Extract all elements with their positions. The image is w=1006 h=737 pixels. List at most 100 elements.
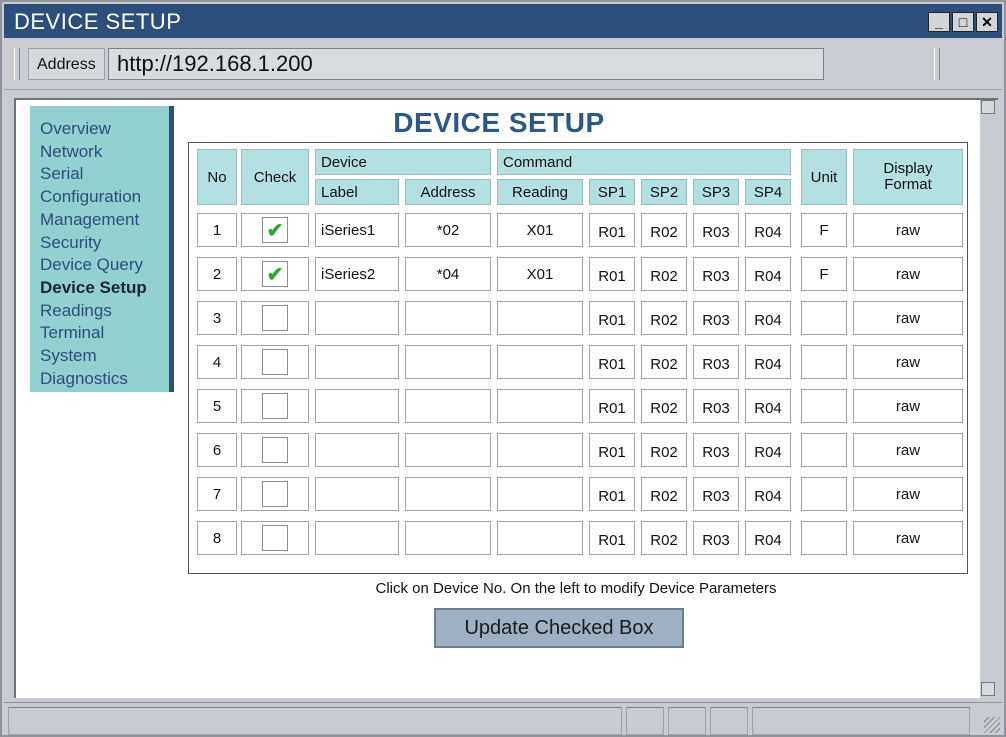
reading-field[interactable] [497, 389, 583, 423]
display-format-field[interactable]: raw [853, 257, 963, 291]
label-field[interactable]: iSeries1 [315, 213, 399, 247]
sidebar-item-device-setup[interactable]: Device Setup [40, 277, 169, 300]
sp2-field[interactable]: R02 [641, 433, 687, 467]
scroll-up-icon[interactable] [981, 100, 995, 114]
sp2-field[interactable]: R02 [641, 389, 687, 423]
address-input[interactable]: http://192.168.1.200 [108, 48, 824, 80]
device-no-link[interactable]: 4 [197, 345, 237, 379]
sidebar-item-readings[interactable]: Readings [40, 300, 169, 323]
sidebar-item-security[interactable]: Security [40, 232, 169, 255]
sidebar-item-management[interactable]: Management [40, 209, 169, 232]
display-format-field[interactable]: raw [853, 301, 963, 335]
address-field[interactable] [405, 521, 491, 555]
sp3-field[interactable]: R03 [693, 213, 739, 247]
row-checkbox[interactable] [262, 305, 288, 331]
address-field[interactable] [405, 389, 491, 423]
unit-field[interactable] [801, 521, 847, 555]
vertical-scrollbar[interactable] [980, 98, 998, 698]
unit-field[interactable]: F [801, 213, 847, 247]
reading-field[interactable] [497, 345, 583, 379]
sidebar-item-system[interactable]: System [40, 345, 169, 368]
device-no-link[interactable]: 2 [197, 257, 237, 291]
scroll-down-icon[interactable] [981, 682, 995, 696]
sp4-field[interactable]: R04 [745, 301, 791, 335]
sp3-field[interactable]: R03 [693, 521, 739, 555]
sp3-field[interactable]: R03 [693, 389, 739, 423]
close-button[interactable]: ✕ [976, 12, 998, 32]
reading-field[interactable] [497, 521, 583, 555]
address-field[interactable] [405, 345, 491, 379]
sidebar-item-network[interactable]: Network [40, 141, 169, 164]
device-no-link[interactable]: 3 [197, 301, 237, 335]
label-field[interactable] [315, 521, 399, 555]
display-format-field[interactable]: raw [853, 389, 963, 423]
sp1-field[interactable]: R01 [589, 389, 635, 423]
unit-field[interactable] [801, 477, 847, 511]
sp1-field[interactable]: R01 [589, 345, 635, 379]
address-field[interactable]: *04 [405, 257, 491, 291]
unit-field[interactable] [801, 433, 847, 467]
label-field[interactable] [315, 433, 399, 467]
address-field[interactable]: *02 [405, 213, 491, 247]
sidebar-item-configuration[interactable]: Configuration [40, 186, 169, 209]
display-format-field[interactable]: raw [853, 477, 963, 511]
reading-field[interactable] [497, 301, 583, 335]
sp4-field[interactable]: R04 [745, 389, 791, 423]
sp4-field[interactable]: R04 [745, 213, 791, 247]
sp4-field[interactable]: R04 [745, 257, 791, 291]
display-format-field[interactable]: raw [853, 433, 963, 467]
label-field[interactable]: iSeries2 [315, 257, 399, 291]
address-field[interactable] [405, 301, 491, 335]
device-no-link[interactable]: 8 [197, 521, 237, 555]
label-field[interactable] [315, 389, 399, 423]
sp3-field[interactable]: R03 [693, 433, 739, 467]
reading-field[interactable] [497, 477, 583, 511]
device-no-link[interactable]: 6 [197, 433, 237, 467]
sidebar-item-serial[interactable]: Serial [40, 163, 169, 186]
sp2-field[interactable]: R02 [641, 213, 687, 247]
reading-field[interactable]: X01 [497, 257, 583, 291]
sp1-field[interactable]: R01 [589, 301, 635, 335]
sp2-field[interactable]: R02 [641, 301, 687, 335]
display-format-field[interactable]: raw [853, 345, 963, 379]
unit-field[interactable] [801, 345, 847, 379]
maximize-button[interactable]: □ [952, 12, 974, 32]
sp1-field[interactable]: R01 [589, 213, 635, 247]
sp2-field[interactable]: R02 [641, 257, 687, 291]
resize-grip-icon[interactable] [984, 717, 1000, 733]
display-format-field[interactable]: raw [853, 213, 963, 247]
unit-field[interactable]: F [801, 257, 847, 291]
unit-field[interactable] [801, 301, 847, 335]
label-field[interactable] [315, 301, 399, 335]
sp4-field[interactable]: R04 [745, 477, 791, 511]
device-no-link[interactable]: 5 [197, 389, 237, 423]
address-field[interactable] [405, 477, 491, 511]
sp3-field[interactable]: R03 [693, 257, 739, 291]
sp3-field[interactable]: R03 [693, 345, 739, 379]
display-format-field[interactable]: raw [853, 521, 963, 555]
sp1-field[interactable]: R01 [589, 477, 635, 511]
unit-field[interactable] [801, 389, 847, 423]
row-checkbox[interactable] [262, 481, 288, 507]
device-no-link[interactable]: 7 [197, 477, 237, 511]
sp2-field[interactable]: R02 [641, 477, 687, 511]
sp4-field[interactable]: R04 [745, 521, 791, 555]
label-field[interactable] [315, 477, 399, 511]
row-checkbox[interactable] [262, 393, 288, 419]
minimize-button[interactable]: _ [928, 12, 950, 32]
label-field[interactable] [315, 345, 399, 379]
sp2-field[interactable]: R02 [641, 345, 687, 379]
sp2-field[interactable]: R02 [641, 521, 687, 555]
row-checkbox[interactable] [262, 525, 288, 551]
row-checkbox[interactable] [262, 437, 288, 463]
sp4-field[interactable]: R04 [745, 345, 791, 379]
sp4-field[interactable]: R04 [745, 433, 791, 467]
sidebar-item-device-query[interactable]: Device Query [40, 254, 169, 277]
sp3-field[interactable]: R03 [693, 477, 739, 511]
sidebar-item-terminal[interactable]: Terminal [40, 322, 169, 345]
sp3-field[interactable]: R03 [693, 301, 739, 335]
device-no-link[interactable]: 1 [197, 213, 237, 247]
sp1-field[interactable]: R01 [589, 257, 635, 291]
reading-field[interactable]: X01 [497, 213, 583, 247]
address-field[interactable] [405, 433, 491, 467]
